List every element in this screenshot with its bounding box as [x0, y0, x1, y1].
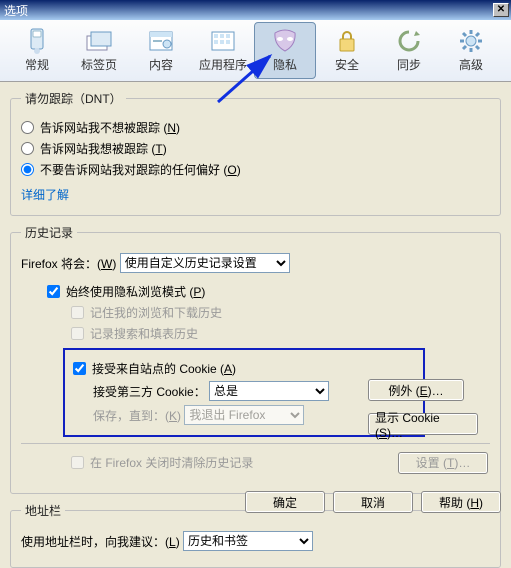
tab-apps[interactable]: 应用程序: [192, 22, 254, 79]
dnt-group: 请勿跟踪（DNT） 告诉网站我不想被跟踪 (N) 告诉网站我想被跟踪 (T) 不…: [10, 90, 501, 216]
privacy-mask-icon: [272, 29, 298, 53]
history-mode-select[interactable]: 使用自定义历史记录设置: [120, 253, 290, 273]
keep-until-select: 我退出 Firefox: [184, 405, 304, 425]
history-group: 历史记录 Firefox 将会：(W) 使用自定义历史记录设置 始终使用隐私浏览…: [10, 224, 501, 494]
sync-icon: [396, 29, 422, 53]
location-row: 使用地址栏时，向我建议：(L) 历史和书签: [21, 531, 490, 551]
cancel-button[interactable]: 取消: [333, 491, 413, 513]
third-party-row: 接受第三方 Cookie： 总是: [93, 381, 415, 401]
tab-security[interactable]: 安全: [316, 22, 378, 79]
tab-content[interactable]: 内容: [130, 22, 192, 79]
show-cookies-button[interactable]: 显示 Cookie (S)…: [368, 413, 478, 435]
content-icon: [148, 30, 174, 52]
clear-on-close-check: 在 Firefox 关闭时清除历史记录: [71, 454, 398, 471]
clear-on-close-row: 在 Firefox 关闭时清除历史记录 设置 (T)…: [21, 450, 490, 475]
help-button[interactable]: 帮助 (H): [421, 491, 501, 513]
gear-icon: [458, 28, 484, 54]
exceptions-button[interactable]: 例外 (E)…: [368, 379, 464, 401]
titlebar: 选项 ✕: [0, 0, 511, 20]
radio-none[interactable]: [21, 163, 34, 176]
radio-no-track[interactable]: [21, 121, 34, 134]
history-mode-row: Firefox 将会：(W) 使用自定义历史记录设置: [21, 253, 490, 273]
dnt-opt-none[interactable]: 不要告诉网站我对跟踪的任何偏好 (O): [21, 161, 490, 178]
lock-icon: [336, 29, 358, 53]
location-legend: 地址栏: [21, 502, 65, 519]
radio-track[interactable]: [21, 142, 34, 155]
toolbar: 常规 标签页 内容 应用程序 隐私 安全 同步 高级: [0, 20, 511, 82]
dnt-opt-no-track[interactable]: 告诉网站我不想被跟踪 (N): [21, 119, 490, 136]
checkbox-always-private[interactable]: [47, 285, 60, 298]
checkbox-remember: [71, 306, 84, 319]
apps-icon: [210, 30, 236, 52]
history-legend: 历史记录: [21, 224, 77, 241]
tab-privacy[interactable]: 隐私: [254, 22, 316, 79]
checkbox-searchform: [71, 327, 84, 340]
remember-history-check: 记住我的浏览和下载历史: [71, 304, 490, 321]
checkbox-accept-cookies[interactable]: [73, 362, 86, 375]
dnt-legend: 请勿跟踪（DNT）: [21, 90, 126, 107]
tab-tabs[interactable]: 标签页: [68, 22, 130, 79]
close-button[interactable]: ✕: [493, 3, 509, 17]
tab-advanced[interactable]: 高级: [440, 22, 502, 79]
checkbox-clear-close: [71, 456, 84, 469]
accept-cookies-check[interactable]: 接受来自站点的 Cookie (A): [73, 360, 415, 377]
dnt-opt-track[interactable]: 告诉网站我想被跟踪 (T): [21, 140, 490, 157]
tab-sync[interactable]: 同步: [378, 22, 440, 79]
ok-button[interactable]: 确定: [245, 491, 325, 513]
tabs-icon: [85, 30, 113, 52]
dnt-more-link[interactable]: 详细了解: [21, 186, 69, 203]
third-party-select[interactable]: 总是: [209, 381, 329, 401]
tab-general[interactable]: 常规: [6, 22, 68, 79]
window-title: 选项: [4, 2, 28, 19]
clear-settings-button: 设置 (T)…: [398, 452, 488, 474]
location-select[interactable]: 历史和书签: [183, 531, 313, 551]
footer-buttons: 确定 取消 帮助 (H): [245, 491, 501, 513]
keep-until-row: 保存，直到：(K) 我退出 Firefox: [93, 405, 415, 425]
search-form-check: 记录搜索和填表历史: [71, 325, 490, 342]
always-private-check[interactable]: 始终使用隐私浏览模式 (P): [47, 283, 490, 300]
general-icon: [27, 27, 47, 55]
